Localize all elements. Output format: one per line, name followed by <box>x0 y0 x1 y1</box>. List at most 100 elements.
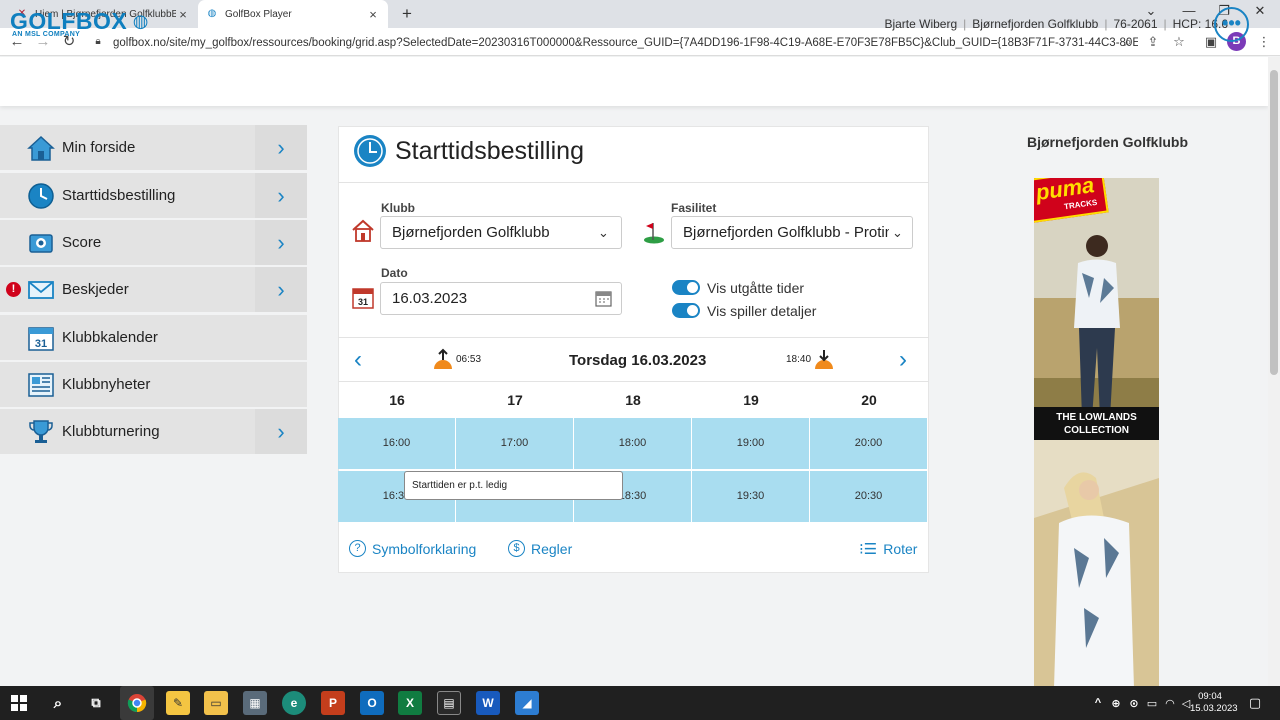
scrollbar-thumb[interactable] <box>1270 70 1278 375</box>
sidebar-item-klubbturnering[interactable]: Klubbturnering › <box>0 409 307 454</box>
photos-icon[interactable]: ◢ <box>515 691 539 715</box>
search-icon[interactable]: ⌕ <box>46 691 70 715</box>
minimize-icon[interactable]: — <box>1179 3 1199 18</box>
word-icon[interactable]: W <box>476 691 500 715</box>
next-day-icon[interactable]: › <box>899 346 907 374</box>
date-picker-icon[interactable] <box>595 290 612 312</box>
more-options-button[interactable]: ••• <box>1214 7 1249 42</box>
windows-start-icon[interactable] <box>7 691 31 715</box>
close-tab-icon[interactable]: × <box>176 7 190 22</box>
browser-tab-active[interactable]: ◍ GolfBox Player × <box>198 0 388 28</box>
previous-day-icon[interactable]: ‹ <box>354 346 362 374</box>
close-tab-icon[interactable]: × <box>366 7 380 22</box>
calendar-icon: 31 <box>352 287 374 314</box>
symbol-legend-label: Symbolforklaring <box>372 540 477 557</box>
sidebar-item-min-forside[interactable]: Min forside › <box>0 125 307 170</box>
notifications-icon[interactable]: ▢ <box>1243 691 1267 715</box>
separator: | <box>963 17 967 31</box>
new-tab-icon[interactable]: + <box>398 4 416 24</box>
sidebar-item-label: Starttidsbestilling <box>62 187 176 204</box>
hour-header: 18 <box>625 392 641 408</box>
sidebar-item-klubbkalender[interactable]: 31 Klubbkalender <box>0 315 307 360</box>
store-icon[interactable]: ▤ <box>437 691 461 715</box>
divider <box>338 182 929 183</box>
sidebar-item-starttidsbestilling[interactable]: Starttidsbestilling › <box>0 173 307 218</box>
alert-badge: ! <box>6 282 21 297</box>
logo-subtitle: AN MSL COMPANY <box>12 31 81 38</box>
system-clock[interactable]: 09:04 15.03.2023 <box>1190 691 1238 715</box>
tee-time-slot[interactable]: 20:30 <box>810 471 927 522</box>
powerpoint-icon[interactable]: P <box>321 691 345 715</box>
location-icon[interactable]: ⊙ <box>1126 691 1142 715</box>
file-explorer-icon[interactable]: ▭ <box>204 691 228 715</box>
sidebar-item-beskjeder[interactable]: ! Beskjeder › <box>0 267 307 312</box>
zoom-icon[interactable]: ⌕ <box>1120 34 1136 50</box>
chevron-down-icon[interactable]: ⌄ <box>598 225 609 241</box>
chevron-right-icon[interactable]: › <box>255 173 307 218</box>
date-input[interactable]: 16.03.2023 <box>380 282 622 315</box>
tee-time-slot[interactable]: 20:00 <box>810 418 927 469</box>
rules-link[interactable]: $ Regler <box>508 540 572 557</box>
chevron-right-icon[interactable]: › <box>255 267 307 312</box>
meet-now-icon[interactable]: ⊕ <box>1108 691 1124 715</box>
symbol-legend-link[interactable]: ? Symbolforklaring <box>349 540 476 557</box>
sidebar-item-label: Klubbturnering <box>62 423 160 440</box>
hour-header: 16 <box>389 392 405 408</box>
chevron-right-icon[interactable]: › <box>255 220 307 265</box>
rotate-link[interactable]: ⁝☰ Roter <box>859 540 917 558</box>
tee-time-slot[interactable]: 16:00 <box>338 418 455 469</box>
chevron-down-icon[interactable]: ⌄ <box>889 225 906 241</box>
task-view-icon[interactable]: ⧉ <box>84 691 108 715</box>
sidebar-item-klubbnyheter[interactable]: Klubbnyheter <box>0 362 307 407</box>
outlook-icon[interactable]: O <box>360 691 384 715</box>
browser-menu-icon[interactable]: ⋮ <box>1256 34 1272 50</box>
newspaper-icon <box>27 371 55 399</box>
share-icon[interactable]: ⇪ <box>1145 34 1161 50</box>
tee-time-slot[interactable]: 19:30 <box>692 471 809 522</box>
calendar-icon: 31 <box>27 324 55 352</box>
bookmark-star-icon[interactable]: ☆ <box>1171 34 1187 50</box>
show-expired-toggle[interactable] <box>672 280 700 295</box>
show-hidden-icons[interactable]: ^ <box>1090 691 1106 715</box>
sunrise-icon <box>432 348 454 375</box>
clock-icon <box>352 133 388 174</box>
sticky-notes-icon[interactable]: ✎ <box>166 691 190 715</box>
user-name: Bjarte Wiberg <box>884 17 958 31</box>
excel-icon[interactable]: X <box>398 691 422 715</box>
show-expired-label: Vis utgåtte tider <box>707 280 805 296</box>
show-player-details-toggle[interactable] <box>672 303 700 318</box>
sunrise-time: 06:53 <box>456 354 482 365</box>
lock-icon[interactable]: 🔒︎ <box>92 34 104 50</box>
sidebar-item-label: Beskjeder <box>62 281 129 298</box>
globe-icon: ◍ <box>127 11 149 31</box>
facility-select[interactable]: Bjørnefjorden Golfklubb - Protin <box>671 216 913 249</box>
tee-time-slot[interactable]: 17:00 <box>456 418 573 469</box>
date-label: Dato <box>381 266 408 280</box>
url-field[interactable]: golfbox.no/site/my_golfbox/ressources/bo… <box>113 34 1138 52</box>
advertisement-banner[interactable]: puma TRACKS THE LOWLANDS COLLECTION <box>1034 178 1159 688</box>
rules-label: Regler <box>531 540 573 557</box>
close-window-icon[interactable]: ✕ <box>1250 3 1270 19</box>
chevron-right-icon[interactable]: › <box>255 125 307 170</box>
calculator-icon[interactable]: ▦ <box>243 691 267 715</box>
tee-time-slot[interactable]: 18:00 <box>574 418 691 469</box>
sidebar-item-score[interactable]: Score › <box>0 220 307 265</box>
club-select[interactable]: Bjørnefjorden Golfklubb <box>380 216 622 249</box>
house-icon <box>27 134 55 162</box>
svg-text:31: 31 <box>35 338 47 350</box>
user-club: Bjørnefjorden Golfklubb <box>972 17 1099 31</box>
chrome-taskbar-icon[interactable] <box>120 686 154 720</box>
tee-time-slot[interactable]: 19:00 <box>692 418 809 469</box>
ad-caption: THE LOWLANDS COLLECTION <box>1056 412 1137 436</box>
side-panel-icon[interactable]: ▣ <box>1203 34 1219 50</box>
divider <box>338 337 929 338</box>
separator: | <box>1104 17 1108 31</box>
hour-header: 17 <box>507 392 523 408</box>
chevron-right-icon[interactable]: › <box>255 409 307 454</box>
clock-date: 15.03.2023 <box>1190 703 1238 714</box>
battery-icon[interactable]: ▭ <box>1144 691 1160 715</box>
sunset-time: 18:40 <box>786 354 812 365</box>
address-bar: ← → ↻ 🔒︎ golfbox.no/site/my_golfbox/ress… <box>0 28 1280 56</box>
network-icon[interactable]: ◠ <box>1162 691 1178 715</box>
edge-icon[interactable]: e <box>282 691 306 715</box>
